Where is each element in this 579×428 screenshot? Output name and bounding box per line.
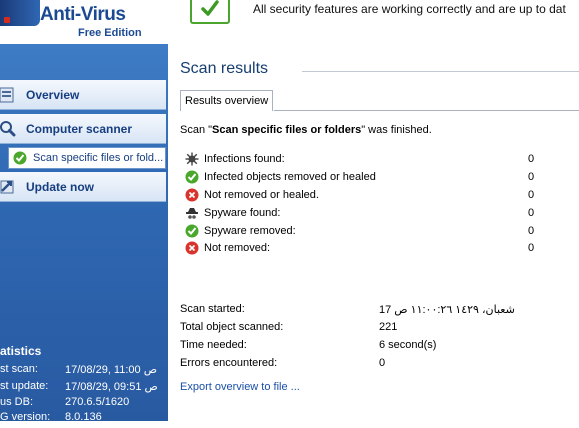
result-row-infections: Infections found: 0	[185, 151, 565, 168]
status-message: All security features are working correc…	[253, 2, 566, 16]
result-value: 0	[528, 242, 535, 254]
error-icon	[185, 241, 199, 258]
info-value: 6 second(s)	[379, 339, 437, 351]
sidebar-item-label: Scan specific files or fold...	[33, 152, 164, 164]
sidebar-item-label: Computer scanner	[26, 122, 133, 136]
info-key: Scan started:	[180, 303, 245, 315]
sidebar-item-label: Update now	[26, 180, 94, 194]
check-icon	[185, 224, 199, 241]
sidebar-item-label: Overview	[26, 88, 80, 102]
result-value: 0	[528, 171, 535, 183]
check-icon	[185, 170, 199, 187]
result-label: Spyware found:	[204, 207, 281, 219]
error-icon	[185, 188, 199, 205]
stat-value: 17/08/29, 09:51 ص	[65, 381, 158, 393]
stat-value: 17/08/29, 11:00 ص	[65, 364, 158, 376]
stat-key: st scan:	[0, 363, 38, 375]
tab-results-overview[interactable]: Results overview	[180, 90, 274, 111]
brand-name: Anti-Virus	[40, 4, 126, 25]
sidebar-item-overview[interactable]: Overview	[0, 80, 166, 110]
magnifier-icon	[0, 120, 16, 141]
result-label: Spyware removed:	[204, 225, 296, 237]
result-label: Not removed:	[204, 242, 271, 254]
spyware-icon	[185, 206, 199, 223]
main-panel: Scan results Results overview Scan "Scan…	[168, 44, 579, 421]
stat-key: G version:	[0, 411, 51, 423]
statistics-title: atistics	[0, 344, 42, 358]
info-value: 0	[379, 357, 386, 369]
summary-prefix: Scan "	[180, 124, 213, 136]
sidebar-item-scan-specific[interactable]: Scan specific files or fold...	[8, 147, 166, 169]
result-row-not-removed-healed: Not removed or healed. 0	[185, 187, 565, 204]
title-divider	[302, 71, 579, 72]
info-key: Time needed:	[180, 339, 247, 351]
summary-suffix: " was finished.	[361, 124, 432, 136]
page-title: Scan results	[180, 60, 269, 77]
stat-row: st scan: 17/08/29, 11:00 ص	[0, 363, 168, 380]
info-key: Errors encountered:	[180, 357, 278, 369]
info-row-time-needed: Time needed: 6 second(s)	[180, 339, 570, 356]
result-value: 0	[528, 153, 535, 165]
info-value: 221	[379, 321, 398, 333]
result-label: Infected objects removed or healed	[204, 171, 376, 183]
export-overview-link[interactable]: Export overview to file ...	[180, 381, 300, 393]
result-label: Infections found:	[204, 153, 285, 165]
stat-value: 270.6.5/1620	[65, 396, 130, 408]
virus-icon	[185, 152, 199, 169]
status-ok-icon	[190, 0, 230, 24]
result-row-not-removed: Not removed: 0	[185, 240, 565, 257]
info-key: Total object scanned:	[180, 321, 284, 333]
stat-row: G version: 8.0.136	[0, 411, 168, 428]
info-value: شعبان، ١٤٢٩ ١١:٠٠:٢٦ ص 17	[379, 304, 515, 316]
info-row-errors: Errors encountered: 0	[180, 357, 570, 374]
tab-strip-line	[274, 110, 579, 111]
stat-row: st update: 17/08/29, 09:51 ص	[0, 380, 168, 397]
scan-summary: Scan "Scan specific files or folders" wa…	[180, 124, 432, 136]
stat-key: us DB:	[0, 396, 34, 408]
result-row-spyware-removed: Spyware removed: 0	[185, 223, 565, 240]
sidebar-item-update-now[interactable]: Update now	[0, 172, 166, 202]
overview-icon	[0, 86, 16, 107]
result-row-spyware-found: Spyware found: 0	[185, 205, 565, 222]
stat-value: 8.0.136	[65, 411, 102, 423]
result-value: 0	[528, 225, 535, 237]
result-label: Not removed or healed.	[204, 189, 319, 201]
info-row-scan-started: Scan started: شعبان، ١٤٢٩ ١١:٠٠:٢٦ ص 17	[180, 303, 570, 320]
scan-name: Scan specific files or folders	[212, 124, 362, 136]
app-header: Anti-Virus Free Edition All security fea…	[0, 0, 579, 44]
sidebar-item-computer-scanner[interactable]: Computer scanner	[0, 114, 166, 144]
stat-key: st update:	[0, 380, 49, 392]
result-row-infected-removed: Infected objects removed or healed 0	[185, 169, 565, 186]
result-value: 0	[528, 189, 535, 201]
check-icon	[13, 151, 27, 168]
brand-edition: Free Edition	[78, 27, 142, 39]
update-icon	[0, 178, 16, 199]
avg-logo-icon	[0, 0, 40, 26]
result-value: 0	[528, 207, 535, 219]
info-row-total-scanned: Total object scanned: 221	[180, 321, 570, 338]
